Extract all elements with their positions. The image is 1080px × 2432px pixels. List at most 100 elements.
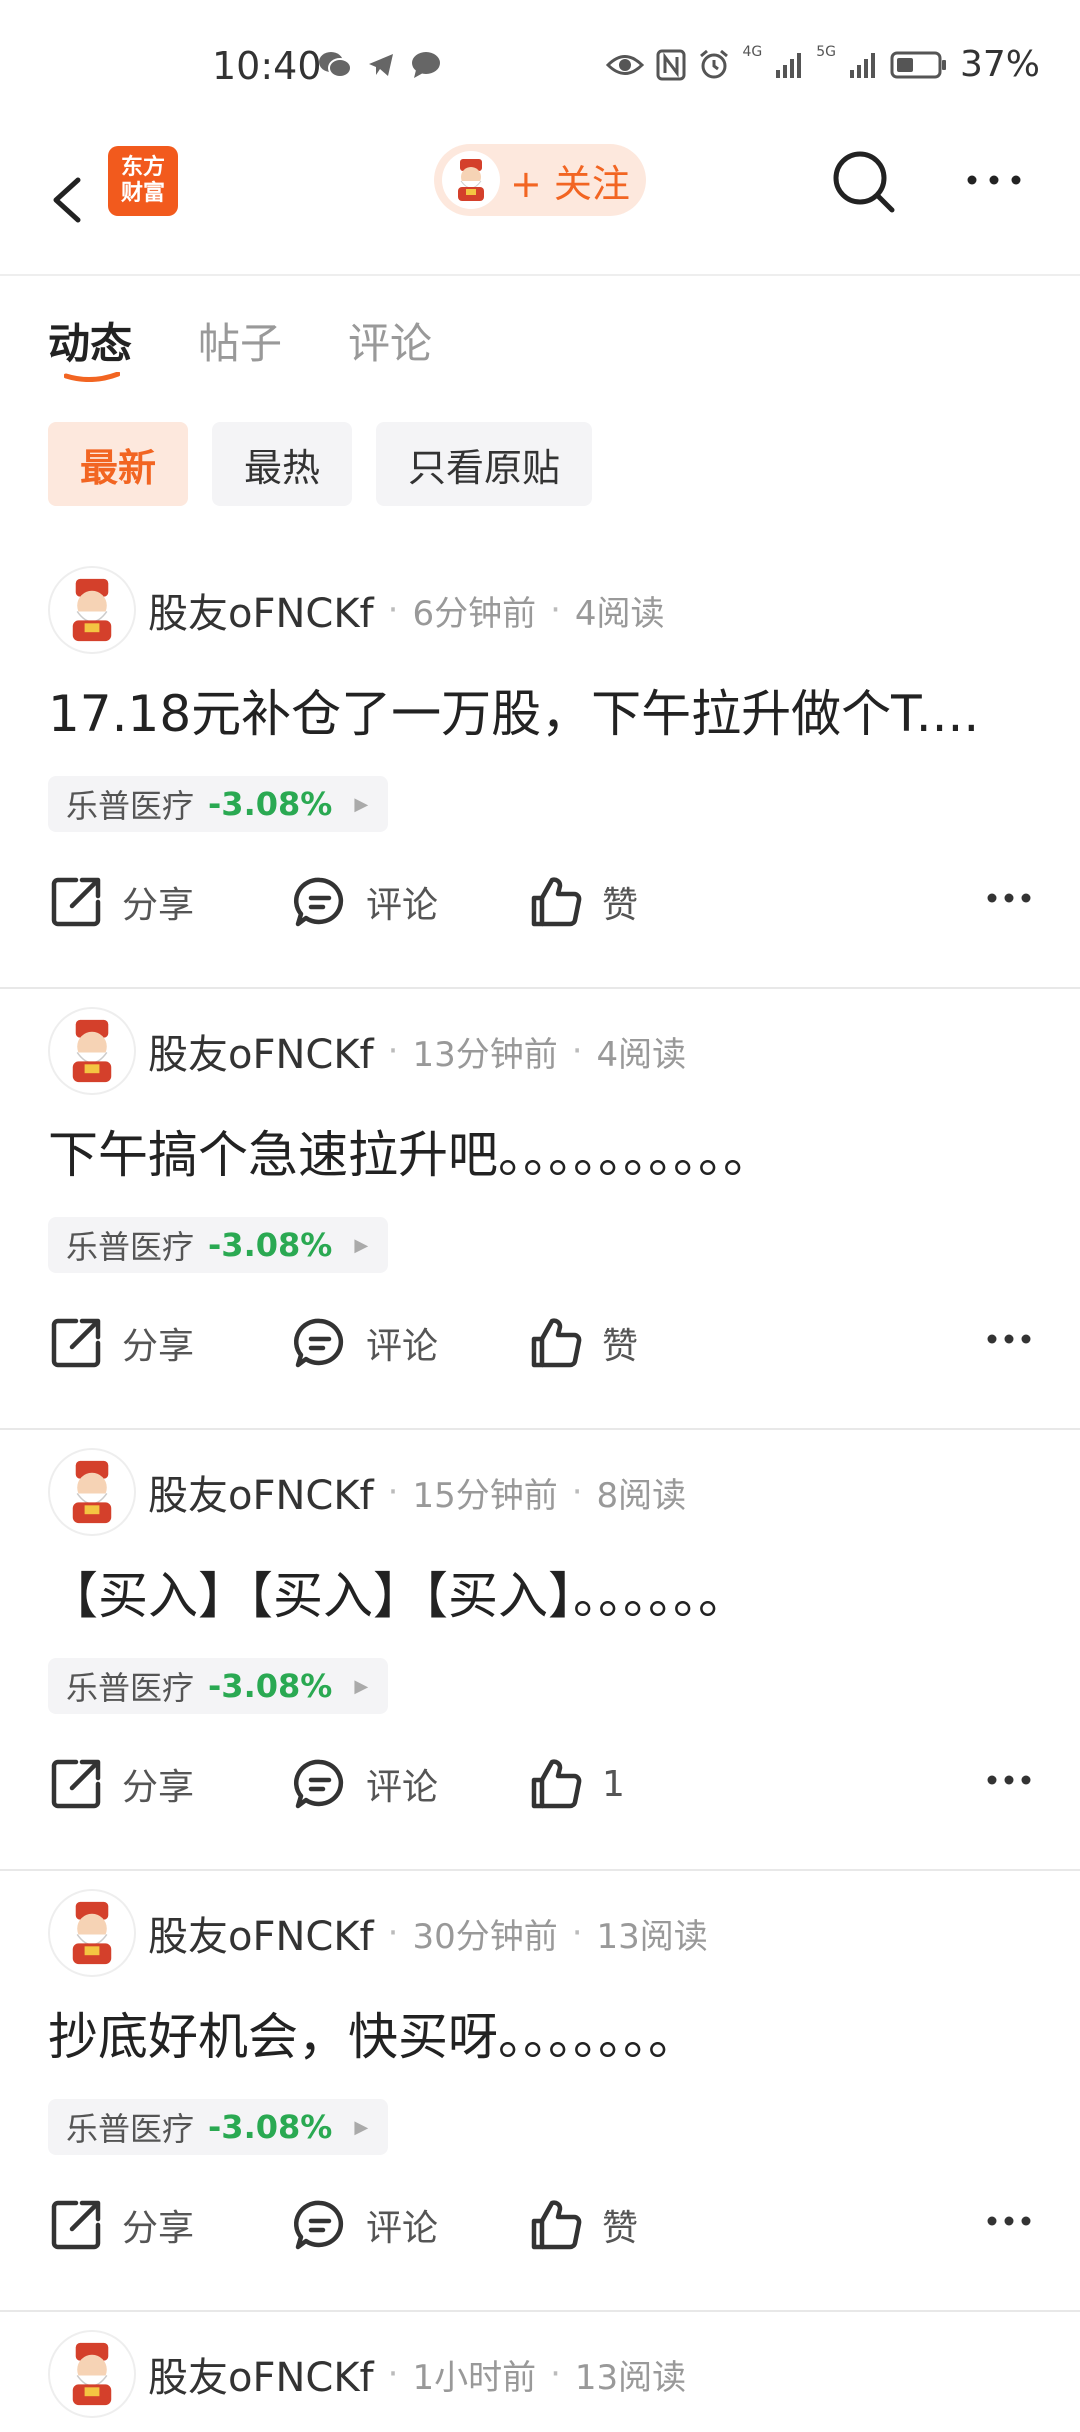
post-header: 股友oFNCKf · 6分钟前 · 4阅读 <box>48 566 665 654</box>
status-notification-icons <box>318 50 442 80</box>
stock-name: 乐普医疗 <box>66 1669 195 1707</box>
separator-dot: · <box>387 2354 399 2394</box>
filter-latest[interactable]: 最新 <box>48 422 189 506</box>
battery-percent: 37% <box>959 44 1040 85</box>
tab-comments[interactable]: 评论 <box>348 310 432 371</box>
author-name[interactable]: 股友oFNCKf <box>148 1904 374 1962</box>
share-button[interactable]: 分享 <box>48 1311 194 1375</box>
signal-icon-2 <box>849 52 875 78</box>
author-avatar[interactable] <box>48 2330 136 2418</box>
filter-original-only[interactable]: 只看原贴 <box>376 422 593 506</box>
play-arrow-icon: ▶ <box>354 2116 369 2138</box>
author-name[interactable]: 股友oFNCKf <box>148 581 374 639</box>
thumbs-up-icon <box>531 1759 582 1809</box>
share-button[interactable]: 分享 <box>48 1752 194 1816</box>
post-header: 股友oFNCKf · 13分钟前 · 4阅读 <box>48 1007 686 1095</box>
fortune-god-avatar-icon <box>72 1901 112 1965</box>
fortune-god-avatar-icon <box>72 578 112 642</box>
status-bar: 10:40 4G 5G 37% <box>0 0 1080 130</box>
post-card[interactable]: 股友oFNCKf · 30分钟前 · 13阅读 抄底好机会，快买呀。。。。。。。… <box>0 1871 1080 2312</box>
share-button[interactable]: 分享 <box>48 2193 194 2257</box>
post-content[interactable]: 下午搞个急速拉升吧。。。。。。。。。。 <box>48 1115 1038 1187</box>
separator-dot: · <box>387 1472 399 1512</box>
brand-logo: 东方 财富 <box>108 146 178 216</box>
read-count: 13阅读 <box>574 2357 687 2398</box>
author-name[interactable]: 股友oFNCKf <box>148 1022 374 1080</box>
post-actions: 分享 评论 赞 <box>48 870 1038 934</box>
status-time: 10:40 <box>212 44 322 88</box>
share-button[interactable]: 分享 <box>48 870 194 934</box>
filter-hottest[interactable]: 最热 <box>212 422 353 506</box>
like-button[interactable]: 赞 <box>528 1311 638 1375</box>
thumbs-up-icon <box>531 2200 582 2250</box>
separator-dot: · <box>571 1913 583 1953</box>
wechat-icon <box>319 52 352 78</box>
post-card[interactable]: 股友oFNCKf · 6分钟前 · 4阅读 17.18元补仓了一万股，下午拉升做… <box>0 548 1080 989</box>
comment-icon <box>293 877 344 927</box>
tab-dynamics[interactable]: 动态 <box>48 310 132 371</box>
back-icon[interactable] <box>44 150 94 250</box>
separator-dot: · <box>571 1031 583 1071</box>
nfc-icon <box>656 49 686 80</box>
post-card[interactable]: 股友oFNCKf · 1小时前 · 13阅读 <box>0 2312 1080 2432</box>
author-avatar[interactable] <box>48 1448 136 1536</box>
read-count: 13阅读 <box>596 1916 708 1957</box>
separator-dot: · <box>387 1031 399 1071</box>
stock-name: 乐普医疗 <box>66 1228 195 1266</box>
network-5g-label: 5G <box>816 44 836 60</box>
status-system-icons: 4G 5G 37% <box>606 44 1040 85</box>
author-avatar[interactable] <box>48 1889 136 1977</box>
top-app-bar: 东方 财富 + 关注 <box>0 130 1080 276</box>
post-more-icon[interactable] <box>986 892 1032 904</box>
like-button[interactable]: 赞 <box>528 870 638 934</box>
network-4g-label: 4G <box>742 44 763 60</box>
post-actions: 分享 评论 赞 <box>48 1311 1038 1375</box>
post-more-icon[interactable] <box>986 1333 1032 1345</box>
comment-icon <box>293 1318 344 1368</box>
post-time: 13分钟前 <box>412 1034 558 1075</box>
telegram-icon <box>369 54 393 76</box>
stock-tag[interactable]: 乐普医疗 -3.08% ▶ <box>48 1658 388 1714</box>
follow-button[interactable]: + 关注 <box>434 144 646 216</box>
author-name[interactable]: 股友oFNCKf <box>148 1463 374 1521</box>
comment-button[interactable]: 评论 <box>292 2193 438 2257</box>
separator-dot: · <box>550 2354 561 2394</box>
like-button[interactable]: 1 <box>528 1752 625 1816</box>
author-avatar[interactable] <box>48 1007 136 1095</box>
thumbs-up-icon <box>531 1318 582 1368</box>
user-avatar <box>442 151 500 209</box>
stock-tag[interactable]: 乐普医疗 -3.08% ▶ <box>48 1217 388 1273</box>
read-count: 8阅读 <box>596 1475 687 1516</box>
author-avatar[interactable] <box>48 566 136 654</box>
post-header: 股友oFNCKf · 1小时前 · 13阅读 <box>48 2330 686 2418</box>
share-icon <box>51 1318 101 1368</box>
search-icon[interactable] <box>830 148 898 216</box>
post-more-icon[interactable] <box>986 2215 1032 2227</box>
stock-tag[interactable]: 乐普医疗 -3.08% ▶ <box>48 776 388 832</box>
thumbs-up-icon <box>531 877 582 927</box>
like-button[interactable]: 赞 <box>528 2193 638 2257</box>
post-content[interactable]: 抄底好机会，快买呀。。。。。。。 <box>48 1997 1038 2069</box>
post-card[interactable]: 股友oFNCKf · 15分钟前 · 8阅读 【买入】【买入】【买入】。。。。。… <box>0 1430 1080 1871</box>
play-arrow-icon: ▶ <box>354 1234 369 1256</box>
play-arrow-icon: ▶ <box>354 1675 369 1697</box>
eye-icon <box>606 54 645 75</box>
author-name[interactable]: 股友oFNCKf <box>148 2345 374 2403</box>
more-options-icon[interactable] <box>964 170 1024 190</box>
post-content[interactable]: 【买入】【买入】【买入】。。。。。。 <box>48 1556 1038 1628</box>
tab-posts[interactable]: 帖子 <box>198 310 282 371</box>
stock-change: -3.08% <box>208 785 333 823</box>
play-arrow-icon: ▶ <box>354 793 369 815</box>
stock-name: 乐普医疗 <box>66 2110 195 2148</box>
comment-button[interactable]: 评论 <box>292 1311 438 1375</box>
comment-button[interactable]: 评论 <box>292 1752 438 1816</box>
post-card[interactable]: 股友oFNCKf · 13分钟前 · 4阅读 下午搞个急速拉升吧。。。。。。。。… <box>0 989 1080 1430</box>
separator-dot: · <box>387 590 399 630</box>
separator-dot: · <box>571 1472 583 1512</box>
stock-tag[interactable]: 乐普医疗 -3.08% ▶ <box>48 2099 388 2155</box>
comment-icon <box>293 1759 344 1809</box>
post-more-icon[interactable] <box>986 1774 1032 1786</box>
post-content[interactable]: 17.18元补仓了一万股，下午拉升做个T.... <box>48 674 1038 746</box>
like-count: 1 <box>602 1763 625 1805</box>
comment-button[interactable]: 评论 <box>292 870 438 934</box>
